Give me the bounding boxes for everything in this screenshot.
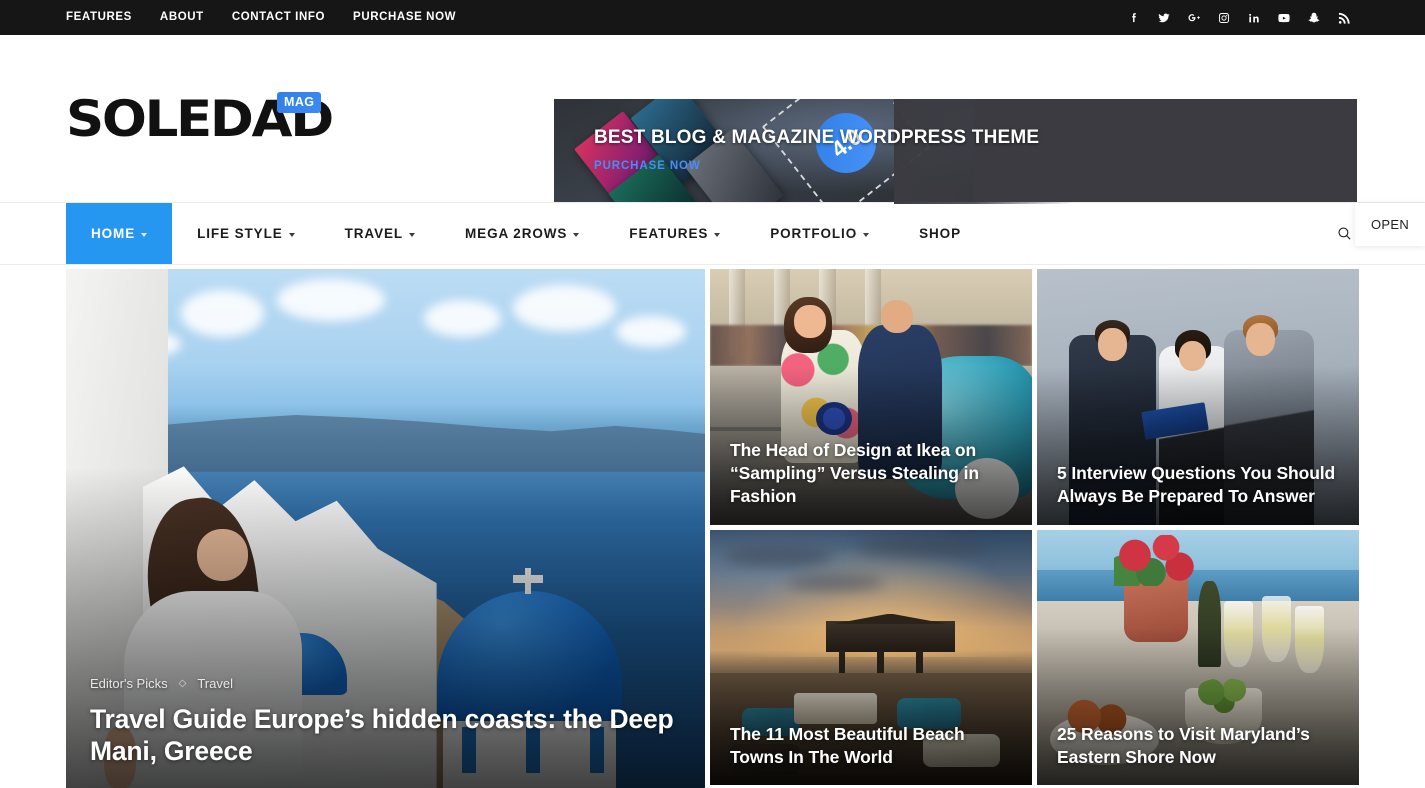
hero-card-maryland[interactable]: 25 Reasons to Visit Maryland’s Eastern S…	[1037, 529, 1359, 785]
nav-item-features-label: FEATURES	[629, 226, 709, 241]
banner-title: BEST BLOG & MAGAZINE WORDPRESS THEME	[594, 127, 1040, 148]
nav-item-travel[interactable]: TRAVEL	[320, 203, 440, 264]
google-plus-icon[interactable]	[1179, 0, 1209, 35]
category-separator-icon: ◇	[178, 678, 187, 690]
hero-row-bottom: The 11 Most Beautiful Beach Towns In The…	[710, 529, 1359, 785]
hero-card-maryland-title[interactable]: 25 Reasons to Visit Maryland’s Eastern S…	[1057, 723, 1339, 769]
hero-card-ikea-caption: The Head of Design at Ikea on “Sampling”…	[710, 439, 1032, 524]
nav-item-home-label: HOME	[91, 226, 136, 241]
nav-item-travel-label: TRAVEL	[344, 226, 404, 241]
hero-card-interview-title[interactable]: 5 Interview Questions You Should Always …	[1057, 462, 1339, 508]
snapchat-icon[interactable]	[1299, 0, 1329, 35]
hero-card-beach-title[interactable]: The 11 Most Beautiful Beach Towns In The…	[730, 723, 1012, 769]
hero-card-ikea[interactable]: The Head of Design at Ikea on “Sampling”…	[710, 269, 1032, 525]
nav-item-mega-2rows-label: MEGA 2ROWS	[465, 226, 568, 241]
chevron-down-icon	[573, 232, 580, 237]
hero-card-maryland-caption: 25 Reasons to Visit Maryland’s Eastern S…	[1037, 723, 1359, 785]
hero-featured-caption: Editor's Picks ◇ Travel Travel Guide Eur…	[66, 676, 705, 788]
hero-featured-title[interactable]: Travel Guide Europe’s hidden coasts: the…	[90, 704, 681, 767]
nav-item-life-style[interactable]: LIFE STYLE	[172, 203, 320, 264]
top-nav-about[interactable]: ABOUT	[146, 0, 218, 35]
nav-items: HOME LIFE STYLE TRAVEL MEGA 2ROWS FEATUR…	[66, 203, 986, 264]
chevron-down-icon	[714, 232, 721, 237]
top-nav-contact-info[interactable]: CONTACT INFO	[218, 0, 339, 35]
site-logo[interactable]: SOLEDAD MAG	[66, 84, 546, 154]
open-tooltip-label: OPEN	[1370, 217, 1410, 232]
rss-icon[interactable]	[1329, 0, 1359, 35]
hero-card-beach-caption: The 11 Most Beautiful Beach Towns In The…	[710, 723, 1032, 785]
nav-item-portfolio[interactable]: PORTFOLIO	[745, 203, 894, 264]
hero-card-interview-caption: 5 Interview Questions You Should Always …	[1037, 462, 1359, 524]
nav-item-shop-label: SHOP	[919, 226, 961, 241]
linkedin-icon[interactable]	[1239, 0, 1269, 35]
nav-item-features[interactable]: FEATURES	[604, 203, 745, 264]
top-utility-bar: FEATURES ABOUT CONTACT INFO PURCHASE NOW	[0, 0, 1425, 35]
logo-mag-badge: MAG	[277, 91, 322, 113]
hero-featured-categories: Editor's Picks ◇ Travel	[90, 676, 681, 691]
hero-card-interview[interactable]: 5 Interview Questions You Should Always …	[1037, 269, 1359, 525]
top-nav-purchase-now[interactable]: PURCHASE NOW	[339, 0, 470, 35]
instagram-icon[interactable]	[1209, 0, 1239, 35]
category-editors-picks[interactable]: Editor's Picks	[90, 676, 168, 691]
hero-row-top: The Head of Design at Ikea on “Sampling”…	[710, 269, 1359, 525]
nav-item-shop[interactable]: SHOP	[894, 203, 986, 264]
category-travel[interactable]: Travel	[197, 676, 233, 691]
nav-item-mega-2rows[interactable]: MEGA 2ROWS	[440, 203, 604, 264]
banner-copy: BEST BLOG & MAGAZINE WORDPRESS THEME PUR…	[594, 127, 1039, 174]
chevron-down-icon	[141, 232, 148, 237]
nav-item-portfolio-label: PORTFOLIO	[770, 226, 858, 241]
header-banner-ad[interactable]: 4.0 BEST BLOG & MAGAZINE WORDPRESS THEME…	[554, 99, 1357, 204]
nav-item-home[interactable]: HOME	[66, 203, 173, 264]
open-tooltip[interactable]: OPEN	[1355, 203, 1425, 246]
hero-grid: Editor's Picks ◇ Travel Travel Guide Eur…	[0, 265, 1425, 788]
nav-item-life-style-label: LIFE STYLE	[197, 226, 283, 241]
facebook-icon[interactable]	[1119, 0, 1149, 35]
chevron-down-icon	[409, 232, 416, 237]
main-navigation: HOME LIFE STYLE TRAVEL MEGA 2ROWS FEATUR…	[0, 202, 1425, 265]
social-links	[1119, 0, 1359, 35]
top-nav-features[interactable]: FEATURES	[66, 0, 146, 35]
youtube-icon[interactable]	[1269, 0, 1299, 35]
chevron-down-icon	[288, 232, 295, 237]
banner-purchase-link[interactable]: PURCHASE NOW	[594, 160, 701, 172]
hero-card-ikea-title[interactable]: The Head of Design at Ikea on “Sampling”…	[730, 439, 1012, 508]
hero-featured-card[interactable]: Editor's Picks ◇ Travel Travel Guide Eur…	[66, 269, 705, 788]
twitter-icon[interactable]	[1149, 0, 1179, 35]
hero-secondary-grid: The Head of Design at Ikea on “Sampling”…	[710, 269, 1359, 785]
chevron-down-icon	[863, 232, 870, 237]
hero-card-beach[interactable]: The 11 Most Beautiful Beach Towns In The…	[710, 529, 1032, 785]
top-nav: FEATURES ABOUT CONTACT INFO PURCHASE NOW	[66, 0, 470, 35]
site-header: SOLEDAD MAG 4.0 BEST BLOG & MAGAZINE WOR…	[0, 35, 1425, 246]
